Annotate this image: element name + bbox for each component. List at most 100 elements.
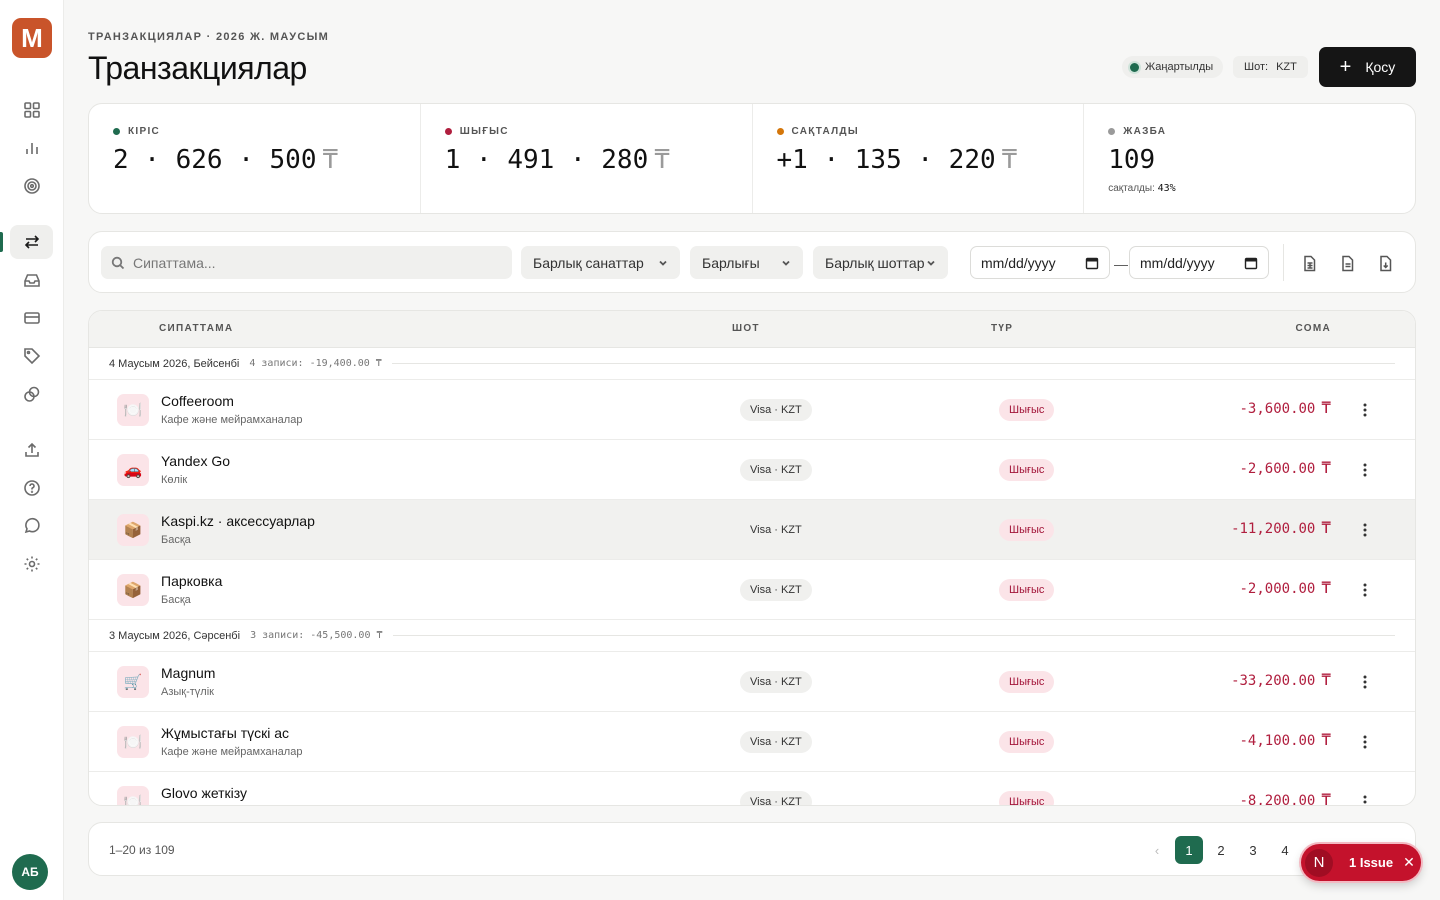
transaction-amount: -11,200.00 ₸ <box>1231 518 1331 537</box>
account-filter[interactable]: Барлық шоттар <box>813 246 948 279</box>
type-badge: Шығыс <box>999 731 1055 753</box>
amount-value: -11,200.00 <box>1231 521 1316 537</box>
type-filter[interactable]: Барлығы <box>690 246 803 279</box>
nav-import[interactable] <box>10 433 53 467</box>
records-dot-icon <box>1108 128 1116 135</box>
search-icon <box>111 256 125 269</box>
search-input[interactable] <box>133 254 493 271</box>
page-title: Транзакциялар <box>88 50 307 86</box>
filter-bar: Барлық санаттар Барлығы Барлық шоттар mm… <box>88 231 1416 293</box>
row-menu-button[interactable] <box>1355 520 1375 540</box>
target-icon <box>23 178 40 194</box>
inbox-icon <box>23 274 40 287</box>
transaction-amount: -33,200.00 ₸ <box>1231 670 1331 689</box>
table-row[interactable]: 📦 Kaspi.kz · аксессуарлар Басқа Visa · KZT Ш… <box>89 500 1415 560</box>
column-amount[interactable]: СОМА <box>1295 323 1331 334</box>
stat-value: 2 · 626 · 500 <box>113 145 317 175</box>
nav-categories[interactable] <box>10 339 53 373</box>
type-badge: Шығыс <box>999 579 1055 601</box>
page-button-2[interactable]: 2 <box>1207 836 1235 864</box>
issues-badge[interactable]: N 1 Issue ✕ <box>1301 844 1421 881</box>
transaction-category: Көлік <box>161 474 188 486</box>
account-badge: Visa · KZT <box>740 399 812 421</box>
user-avatar[interactable]: АБ <box>12 854 48 890</box>
nav-help[interactable] <box>10 471 53 505</box>
tenge-icon: ₸ <box>1321 578 1331 597</box>
table-row[interactable]: 🍽️ Coffeeroom Кафе және мейрамханалар Visa … <box>89 380 1415 440</box>
page-button-3[interactable]: 3 <box>1239 836 1267 864</box>
stat-income: КІРІС 2 · 626 · 500 ₸ <box>89 104 421 213</box>
export-csv-button[interactable] <box>1298 252 1320 274</box>
column-description[interactable]: СИПАТТАМА <box>159 323 233 334</box>
row-menu-button[interactable] <box>1355 792 1375 805</box>
bar-chart-icon <box>25 143 38 154</box>
amount-value: -3,600.00 <box>1239 401 1316 417</box>
date-to-input[interactable]: mm/dd/yyyy <box>1129 246 1269 279</box>
export-pdf-button[interactable] <box>1336 252 1358 274</box>
table-row[interactable]: 🍽️ Жұмыстағы түскі ас Кафе және мейрамхана… <box>89 712 1415 772</box>
row-menu-button[interactable] <box>1355 580 1375 600</box>
category-filter[interactable]: Барлық санаттар <box>521 246 680 279</box>
add-button-label: Қосу <box>1365 59 1396 75</box>
nav-chat[interactable] <box>10 509 53 543</box>
row-menu-button[interactable] <box>1355 732 1375 752</box>
date-to-value: mm/dd/yyyy <box>1140 254 1215 271</box>
pagination-info: 1–20 из 109 <box>109 843 175 857</box>
transaction-name: Жұмыстағы түскі ас <box>161 725 290 741</box>
chevron-down-icon <box>659 260 667 266</box>
download-icon <box>1379 255 1391 271</box>
stat-value: 1 · 491 · 280 <box>444 145 649 175</box>
divider <box>391 363 1395 364</box>
page-button-4[interactable]: 4 <box>1271 836 1299 864</box>
nav-settings[interactable] <box>10 547 53 581</box>
transaction-amount: -2,600.00 ₸ <box>1240 458 1332 477</box>
table-row[interactable]: 🚗 Yandex Go Көлік Visa · KZT Шығыс -2,600.00 ₸ <box>89 440 1415 500</box>
row-menu-button[interactable] <box>1355 672 1375 692</box>
column-account[interactable]: ШОТ <box>732 323 760 334</box>
type-badge: Шығыс <box>999 791 1055 805</box>
transaction-name: Coffeeroom <box>161 393 234 409</box>
tenge-icon: ₸ <box>1321 518 1331 537</box>
close-icon[interactable]: ✕ <box>1403 854 1415 871</box>
app-logo[interactable]: M <box>12 18 52 58</box>
type-badge: Шығыс <box>999 399 1055 421</box>
account-badge: Visa · KZT <box>740 459 812 481</box>
table-row[interactable]: 🛒 Magnum Азық-түлік Visa · KZT Шығыс -33,200.… <box>89 652 1415 712</box>
transaction-category: Кафе және мейрамханалар <box>161 746 303 758</box>
nav-cards[interactable] <box>10 301 53 335</box>
tag-icon <box>23 348 40 365</box>
tenge-icon: ₸ <box>1321 458 1331 477</box>
table-row[interactable]: 📦 Парковка Басқа Visa · KZT Шығыс -2,000.00 ₸ <box>89 560 1415 620</box>
document-icon <box>1341 255 1353 271</box>
nav-loans[interactable] <box>10 377 53 411</box>
page-button-1[interactable]: 1 <box>1175 836 1203 864</box>
category-icon: 🛒 <box>117 666 149 698</box>
column-type[interactable]: ТҮР <box>991 323 1013 334</box>
table-row[interactable]: 🍽️Glovo жеткізуКафе және мейрамханаларVi… <box>89 772 1415 805</box>
row-menu-button[interactable] <box>1355 400 1375 420</box>
download-button[interactable] <box>1374 252 1396 274</box>
nav-dashboard[interactable] <box>10 93 53 127</box>
add-transaction-button[interactable]: + Қосу <box>1319 47 1416 87</box>
amount-value: -4,100.00 <box>1239 733 1316 749</box>
amount-value: -33,200.00 <box>1231 673 1316 689</box>
more-vertical-icon <box>1363 583 1367 597</box>
nav-inbox[interactable] <box>10 263 53 297</box>
date-from-input[interactable]: mm/dd/yyyy <box>970 246 1110 279</box>
transactions-table: СИПАТТАМА ШОТ ТҮР СОМА 4 Маусым 2026, Бе… <box>88 310 1416 806</box>
chat-icon <box>24 517 40 534</box>
date-group-header: 4 Маусым 2026, Бейсенбі 4 записи: -19,400… <box>89 348 1415 380</box>
date-group-header: 3 Маусым 2026, Сәрсенбі 3 записи: -45,500… <box>89 620 1415 652</box>
account-selector[interactable]: Шот: KZT <box>1233 56 1308 78</box>
previous-page-button[interactable]: ‹ <box>1143 836 1171 864</box>
divider <box>1283 244 1284 281</box>
nav-transactions[interactable] <box>10 225 53 259</box>
card-icon <box>23 312 40 324</box>
date-from-value: mm/dd/yyyy <box>981 254 1056 271</box>
group-summary: 3 записи: -45,500.00 ₸ <box>250 630 383 641</box>
stat-saved: САҚТАЛДЫ +1 · 135 · 220 ₸ <box>753 104 1085 213</box>
category-icon: 🍽️ <box>117 726 149 758</box>
nav-goals[interactable] <box>10 169 53 203</box>
nav-analytics[interactable] <box>10 131 53 165</box>
row-menu-button[interactable] <box>1355 460 1375 480</box>
